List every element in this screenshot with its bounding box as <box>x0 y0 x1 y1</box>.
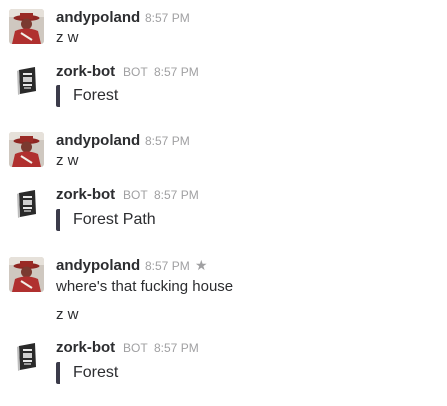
timestamp[interactable]: 8:57 PM <box>145 132 190 150</box>
author-name[interactable]: andypoland <box>56 132 140 150</box>
avatar-zork-bot[interactable] <box>9 185 44 220</box>
author-name[interactable]: andypoland <box>56 257 140 275</box>
star-icon[interactable]: ★ <box>195 256 208 274</box>
author-name[interactable]: zork-bot <box>56 186 115 204</box>
bot-badge: BOT <box>123 188 148 202</box>
author-name[interactable]: zork-bot <box>56 339 115 357</box>
message-text: z w <box>56 29 79 46</box>
attachment-text: Forest <box>56 362 118 384</box>
avatar-zork-bot[interactable] <box>9 338 44 373</box>
avatar-andypoland[interactable] <box>9 257 44 292</box>
timestamp[interactable]: 8:57 PM <box>154 339 199 357</box>
timestamp[interactable]: 8:57 PM <box>154 63 199 81</box>
author-name[interactable]: zork-bot <box>56 63 115 81</box>
bot-badge: BOT <box>123 341 148 355</box>
timestamp[interactable]: 8:57 PM <box>145 9 190 27</box>
attachment-text: Forest <box>56 85 118 107</box>
message-text: where's that fucking house <box>56 278 234 295</box>
bot-badge: BOT <box>123 65 148 79</box>
timestamp[interactable]: 8:57 PM <box>154 186 199 204</box>
message-text: z w <box>56 152 79 169</box>
attachment-text: Forest Path <box>56 209 156 231</box>
author-name[interactable]: andypoland <box>56 9 140 27</box>
avatar-zork-bot[interactable] <box>9 62 44 97</box>
avatar-andypoland[interactable] <box>9 132 44 167</box>
message-text: z w <box>56 306 79 323</box>
timestamp[interactable]: 8:57 PM <box>145 257 190 275</box>
avatar-andypoland[interactable] <box>9 9 44 44</box>
